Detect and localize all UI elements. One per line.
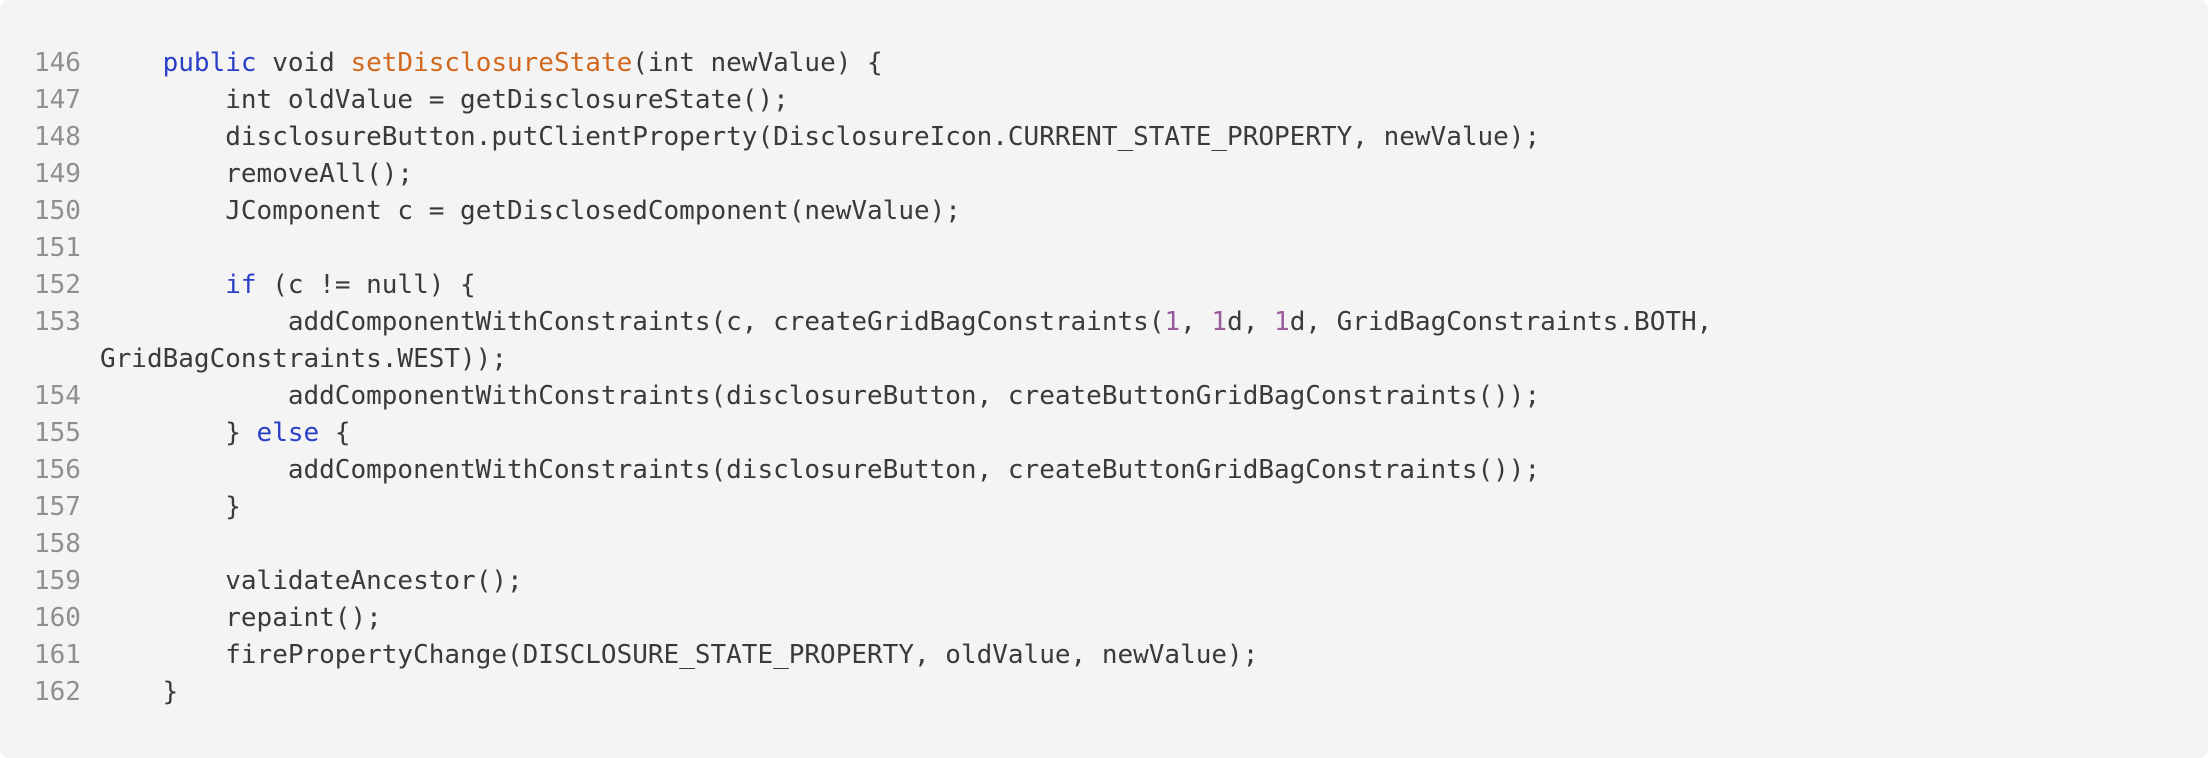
code-line: 146 public void setDisclosureState(int n… (0, 45, 2208, 82)
code-line: 158 (0, 526, 2208, 563)
line-number: 150 (34, 196, 81, 226)
number-token: 1 (1211, 307, 1228, 337)
code-token: addComponentWithConstraints(disclosureBu… (100, 455, 1541, 485)
code-lines: 146 public void setDisclosureState(int n… (0, 45, 2208, 711)
line-number: 162 (34, 677, 81, 707)
code-line: 153 addComponentWithConstraints(c, creat… (0, 304, 2208, 378)
code-token: d, (1227, 307, 1275, 337)
code-text: addComponentWithConstraints(c, createGri… (100, 304, 2180, 378)
code-line: 156 addComponentWithConstraints(disclosu… (0, 452, 2208, 489)
code-line: 157 } (0, 489, 2208, 526)
code-text: addComponentWithConstraints(disclosureBu… (100, 452, 2180, 489)
line-number: 158 (34, 529, 81, 559)
line-number: 152 (34, 270, 81, 300)
code-line: 160 repaint(); (0, 600, 2208, 637)
code-text: repaint(); (100, 600, 2180, 637)
code-token: int oldValue = getDisclosureState(); (100, 85, 789, 115)
keyword-token: if (225, 270, 257, 300)
code-token: { (319, 418, 351, 448)
line-number: 154 (34, 381, 81, 411)
code-line: 159 validateAncestor(); (0, 563, 2208, 600)
code-text: validateAncestor(); (100, 563, 2180, 600)
code-text: } else { (100, 415, 2180, 452)
line-number: 153 (34, 307, 81, 337)
code-token: void (256, 48, 351, 78)
line-number: 148 (34, 122, 81, 152)
code-line: 161 firePropertyChange(DISCLOSURE_STATE_… (0, 637, 2208, 674)
code-line: 154 addComponentWithConstraints(disclosu… (0, 378, 2208, 415)
line-number: 151 (34, 233, 81, 263)
line-number: 159 (34, 566, 81, 596)
code-line: 152 if (c != null) { (0, 267, 2208, 304)
code-token: } (100, 677, 179, 707)
code-token: (c != null) { (256, 270, 476, 300)
code-token: } (100, 492, 241, 522)
code-line: 150 JComponent c = getDisclosedComponent… (0, 193, 2208, 230)
line-number: 156 (34, 455, 81, 485)
code-text: } (100, 489, 2180, 526)
code-token: (int newValue) { (632, 48, 883, 78)
code-line: 155 } else { (0, 415, 2208, 452)
code-line: 147 int oldValue = getDisclosureState(); (0, 82, 2208, 119)
code-token: } (100, 418, 257, 448)
code-text: addComponentWithConstraints(disclosureBu… (100, 378, 2180, 415)
line-number: 146 (34, 48, 81, 78)
code-token: disclosureButton.putClientProperty(Discl… (100, 122, 1541, 152)
line-number: 161 (34, 640, 81, 670)
line-number: 147 (34, 85, 81, 115)
code-text: } (100, 674, 2180, 711)
code-line: 148 disclosureButton.putClientProperty(D… (0, 119, 2208, 156)
line-number: 157 (34, 492, 81, 522)
code-token: repaint(); (100, 603, 382, 633)
keyword-token: else (256, 418, 320, 448)
code-token: , (1180, 307, 1212, 337)
code-text: JComponent c = getDisclosedComponent(new… (100, 193, 2180, 230)
function-name-token: setDisclosureState (350, 48, 633, 78)
line-number: 149 (34, 159, 81, 189)
line-number: 160 (34, 603, 81, 633)
code-text: firePropertyChange(DISCLOSURE_STATE_PROP… (100, 637, 2180, 674)
code-line: 162 } (0, 674, 2208, 711)
code-text: int oldValue = getDisclosureState(); (100, 82, 2180, 119)
code-token: removeAll(); (100, 159, 414, 189)
code-token: JComponent c = getDisclosedComponent(new… (100, 196, 961, 226)
number-token: 1 (1274, 307, 1290, 337)
code-token: validateAncestor(); (100, 566, 523, 596)
code-text: if (c != null) { (100, 267, 2180, 304)
code-line: 149 removeAll(); (0, 156, 2208, 193)
code-token: addComponentWithConstraints(disclosureBu… (100, 381, 1541, 411)
code-block: 146 public void setDisclosureState(int n… (0, 0, 2208, 758)
code-text: public void setDisclosureState(int newVa… (100, 45, 2180, 82)
line-number: 155 (34, 418, 81, 448)
code-line: 151 (0, 230, 2208, 267)
number-token: 1 (1164, 307, 1181, 337)
keyword-token: public (162, 48, 257, 78)
code-text: removeAll(); (100, 156, 2180, 193)
code-token: addComponentWithConstraints(c, createGri… (100, 307, 1165, 337)
code-token: firePropertyChange(DISCLOSURE_STATE_PROP… (100, 640, 1259, 670)
code-text: disclosureButton.putClientProperty(Discl… (100, 119, 2180, 156)
